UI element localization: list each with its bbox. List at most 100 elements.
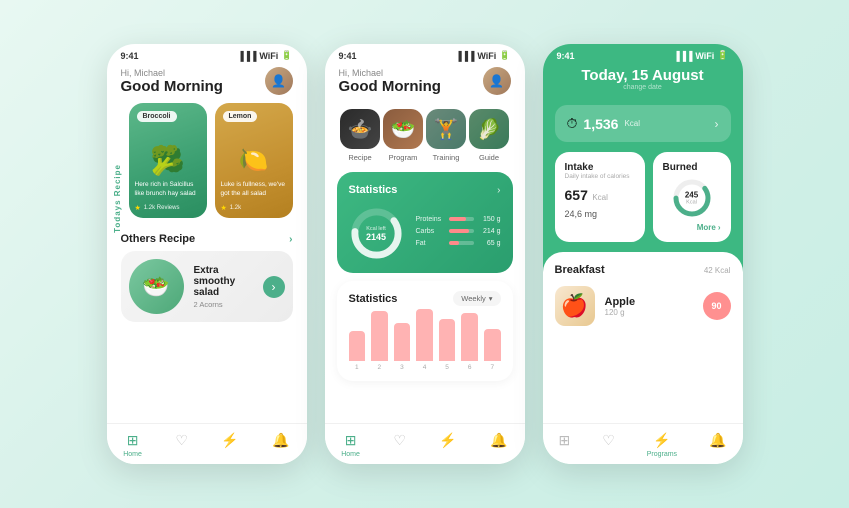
signal-icon-2: ▐▐▐ (455, 51, 474, 61)
activity-icon-2: ⚡ (439, 432, 456, 449)
status-icons-3: ▐▐▐ WiFi 🔋 (673, 50, 728, 61)
fat-label: Fat (416, 240, 444, 247)
phone-2: 9:41 ▐▐▐ WiFi 🔋 Hi, Michael Good Morning… (325, 44, 525, 464)
bell-icon: 🔔 (272, 432, 289, 449)
nav-notif-1[interactable]: 🔔 (272, 432, 289, 458)
signal-icon-3: ▐▐▐ (673, 51, 692, 61)
status-bar-3: 9:41 ▐▐▐ WiFi 🔋 (543, 44, 743, 63)
bell-icon-3: 🔔 (709, 432, 726, 449)
others-info: Extra smoothy salad 2 Acorns (194, 265, 253, 309)
stats-card-1: Statistics › Kcal left 2145 Protei (337, 172, 513, 273)
heart-icon: ♡ (175, 432, 188, 449)
wifi-icon-2: WiFi (477, 51, 496, 61)
bar-chart: 1 2 3 4 5 (349, 316, 501, 371)
nav-activity-2[interactable]: ⚡ (439, 432, 456, 458)
bar-1: 1 (349, 331, 366, 371)
recipe-tag-1: Broccoli (137, 111, 177, 122)
p3-nav-heart[interactable]: ♡ (602, 432, 615, 458)
intake-title: Intake (565, 162, 635, 173)
cat-label-guide: Guide (479, 153, 499, 162)
kcal-arrow[interactable]: › (715, 117, 719, 131)
kcal-icon: ⏱ (567, 115, 578, 132)
p2-header: Hi, Michael Good Morning 👤 (325, 63, 525, 103)
more-arrow: › (718, 223, 721, 232)
carbs-bar-bg (449, 229, 474, 233)
protein-val: 150 g (479, 216, 501, 223)
cat-recipe[interactable]: 🍲 Recipe (340, 109, 380, 162)
others-card[interactable]: 🥗 Extra smoothy salad 2 Acorns › (121, 251, 293, 322)
greeting-big-1: Good Morning (121, 78, 223, 95)
time-1: 9:41 (121, 51, 139, 61)
food-item-apple[interactable]: 🍎 Apple 120 g 90 (555, 286, 731, 326)
cat-guide[interactable]: 🥬 Guide (469, 109, 509, 162)
fat-bar-fill (449, 241, 459, 245)
cat-label-recipe: Recipe (348, 153, 371, 162)
breakfast-title: Breakfast (555, 264, 605, 276)
carbs-label: Carbs (416, 228, 444, 235)
p3-nav-bell[interactable]: 🔔 (709, 432, 726, 458)
side-label-1: Todays Recipe (113, 164, 122, 233)
kcal-left-val: 2145 (366, 232, 386, 242)
bar-label-4: 4 (423, 364, 427, 371)
stats2-header: Statistics Weekly ▾ (349, 291, 501, 306)
p3-kcal-card[interactable]: ⏱ 1,536 Kcal › (555, 105, 731, 142)
p3-nav-grid[interactable]: ⊞ (558, 432, 570, 458)
burned-donut: 245 Kcal (671, 177, 713, 219)
star-icon-2: ★ (221, 204, 227, 212)
bar-label-6: 6 (468, 364, 472, 371)
others-btn[interactable]: › (263, 276, 285, 298)
intake-card: Intake Daily intake of calories 657 Kcal… (555, 152, 645, 242)
intake-val2-row: 24,6 mg (565, 209, 635, 219)
intake-val-row: 657 Kcal (565, 187, 635, 205)
p3-date: Today, 15 August (557, 67, 729, 84)
nav-home-2[interactable]: ⊞ Home (341, 432, 360, 458)
heart-icon-3: ♡ (602, 432, 615, 449)
bar-fill-1 (349, 331, 366, 361)
others-sub: 2 Acorns (194, 300, 253, 309)
stats-arrow-1[interactable]: › (497, 185, 500, 196)
greeting-block: Hi, Michael Good Morning (121, 68, 223, 95)
nav-home-1[interactable]: ⊞ Home (123, 432, 142, 458)
stats-bars: Proteins 150 g Carbs 214 g (416, 216, 501, 252)
home-icon-2: ⊞ (345, 432, 357, 449)
stats-body: Kcal left 2145 Proteins 150 g Carbs (349, 206, 501, 261)
weekly-btn[interactable]: Weekly ▾ (453, 291, 500, 306)
user-avatar-2[interactable]: 👤 (483, 67, 511, 95)
nav-notif-2[interactable]: 🔔 (490, 432, 507, 458)
bottom-nav-2: ⊞ Home ♡ ⚡ 🔔 (325, 423, 525, 464)
recipe-card-1[interactable]: 🥦 Broccoli Here rich in Salcillus like b… (129, 103, 207, 218)
nav-fav-2[interactable]: ♡ (393, 432, 406, 458)
bell-icon-2: 🔔 (490, 432, 507, 449)
greeting-small-1: Hi, Michael (121, 68, 223, 78)
recipe-footer-2: ★ 1.2k (221, 204, 287, 212)
food-name: Apple (605, 296, 693, 308)
cat-program[interactable]: 🥗 Program (383, 109, 423, 162)
food-info-apple: Apple 120 g (605, 296, 693, 317)
battery-icon-2: 🔋 (499, 50, 510, 61)
intake-val: 657 (565, 187, 588, 203)
nav-activity-1[interactable]: ⚡ (221, 432, 238, 458)
more-label: More (697, 223, 716, 232)
recipe-card-2[interactable]: 🍋 Lemon Luke is fullness, we've got the … (215, 103, 293, 218)
activity-icon-3: ⚡ (653, 432, 670, 449)
protein-bar-fill (449, 217, 467, 221)
donut-chart: Kcal left 2145 (349, 206, 404, 261)
user-avatar-1[interactable]: 👤 (265, 67, 293, 95)
cat-training[interactable]: 🏋 Training (426, 109, 466, 162)
p3-nav-programs[interactable]: ⚡ Programs (647, 432, 677, 458)
intake-val2: 24,6 (565, 209, 583, 219)
grid-icon: ⊞ (558, 432, 570, 449)
more-btn[interactable]: More › (697, 223, 721, 232)
bar-4: 4 (416, 309, 433, 371)
burned-card: Burned 245 Kcal More › (653, 152, 731, 242)
stats-title-1: Statistics (349, 184, 398, 196)
intake-unit2: mg (585, 209, 598, 219)
bottom-nav-3: ⊞ ♡ ⚡ Programs 🔔 (543, 423, 743, 464)
review-count-2: 1.2k (230, 205, 241, 211)
phone-3: 9:41 ▐▐▐ WiFi 🔋 Today, 15 August change … (543, 44, 743, 464)
burned-title: Burned (663, 162, 698, 173)
greeting-big-2: Good Morning (339, 78, 441, 95)
others-arrow[interactable]: › (289, 234, 292, 245)
nav-fav-1[interactable]: ♡ (175, 432, 188, 458)
bar-label-2: 2 (378, 364, 382, 371)
